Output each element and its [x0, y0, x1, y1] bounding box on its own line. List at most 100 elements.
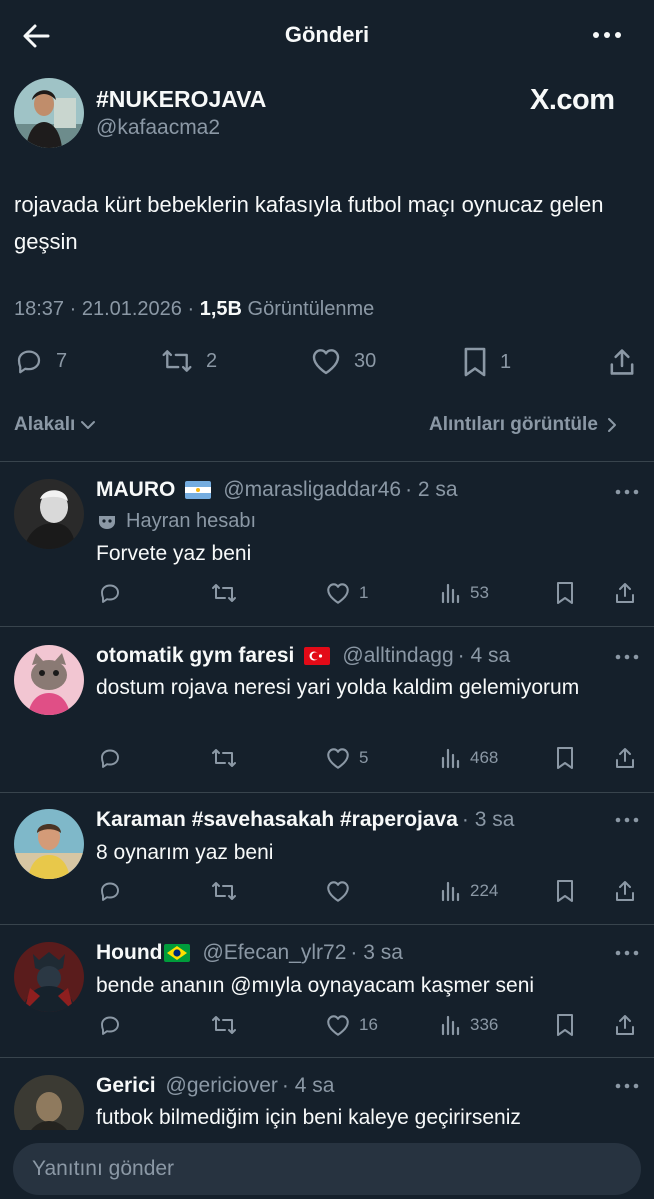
reply-retweet-button[interactable]: [210, 879, 238, 903]
reply-reply-button[interactable]: [98, 1013, 122, 1037]
brazil-flag-icon: [164, 944, 191, 962]
reply-time[interactable]: · 2 sa: [405, 478, 458, 502]
arrow-left-icon: [23, 24, 50, 48]
reply-more-button[interactable]: [610, 646, 644, 668]
reply-avatar[interactable]: [14, 809, 84, 879]
reply-retweet-button[interactable]: [210, 1013, 238, 1037]
reply-author-name[interactable]: otomatik gym faresi: [96, 644, 294, 668]
divider: [0, 1057, 654, 1058]
reply-time[interactable]: · 4 sa: [458, 644, 511, 668]
reply-share-button[interactable]: [614, 878, 636, 904]
reply-author-handle[interactable]: @alltindagg: [342, 644, 453, 668]
reply-bookmark-button[interactable]: [555, 1013, 575, 1037]
author-name[interactable]: #NUKEROJAVA: [96, 86, 266, 113]
bookmark-icon: [557, 1014, 573, 1036]
page-title: Gönderi: [284, 22, 370, 47]
reply-views-button[interactable]: 53: [440, 581, 489, 605]
analytics-icon: [441, 748, 460, 769]
reply-author-name[interactable]: Karaman #savehasakah #raperojava: [96, 808, 458, 832]
reply-avatar[interactable]: [14, 479, 84, 549]
reply-avatar[interactable]: [14, 645, 84, 715]
reply-text: futbok bilmediğim için beni kaleye geçir…: [96, 1106, 521, 1129]
argentina-flag-icon: [185, 481, 212, 499]
retweet-button[interactable]: 2: [160, 346, 217, 376]
reply-like-button[interactable]: 5: [325, 746, 368, 770]
analytics-icon: [441, 583, 460, 604]
reply-text: bende ananın @mıyla oynayacam kaşmer sen…: [96, 974, 535, 997]
reply-view-count: 468: [470, 748, 499, 767]
reply-more-button[interactable]: [610, 942, 644, 964]
share-icon: [610, 349, 634, 375]
heart-icon: [327, 1015, 349, 1036]
fan-account-badge: Hayran hesabı: [96, 510, 256, 533]
reply-more-button[interactable]: [610, 809, 644, 831]
tweet-meta: 18:37 · 21.01.2026 · 1,5B Görüntülenme: [14, 298, 374, 321]
reply-more-button[interactable]: [610, 481, 644, 503]
tweet-timestamp[interactable]: 18:37 · 21.01.2026 ·: [14, 298, 200, 320]
reply-header: Karaman #savehasakah #raperojava · 3 sa: [96, 808, 514, 832]
reply-views-button[interactable]: 224: [440, 879, 498, 903]
reply-share-button[interactable]: [614, 580, 636, 606]
reply-view-count: 224: [470, 881, 499, 900]
sort-dropdown[interactable]: Alakalı: [14, 414, 99, 436]
divider: [0, 626, 654, 627]
heart-icon: [327, 748, 349, 769]
reply-author-name[interactable]: Gerici: [96, 1074, 156, 1098]
reply-share-button[interactable]: [614, 745, 636, 771]
bookmark-icon: [557, 582, 573, 604]
reply-share-button[interactable]: [614, 1012, 636, 1038]
reply-view-count: 336: [470, 1015, 499, 1034]
reply-icon: [101, 749, 119, 768]
reply-retweet-button[interactable]: [210, 746, 238, 770]
heart-icon: [327, 583, 349, 604]
reply-bookmark-button[interactable]: [555, 746, 575, 770]
like-button[interactable]: 30: [310, 346, 376, 376]
reply-text: Forvete yaz beni: [96, 542, 252, 565]
reply-icon: [101, 882, 119, 901]
reply-time[interactable]: · 3 sa: [350, 941, 403, 965]
reply-header: otomatik gym faresi @alltindagg · 4 sa: [96, 644, 510, 668]
reply-text: dostum rojava neresi yari yolda kaldim g…: [96, 676, 580, 699]
reply-more-button[interactable]: [610, 1075, 644, 1097]
retweet-icon: [162, 350, 192, 372]
bookmark-button[interactable]: 1: [462, 346, 511, 378]
view-quotes-link[interactable]: Alıntıları görüntüle: [429, 414, 622, 436]
retweet-count: 2: [206, 349, 218, 372]
share-icon: [616, 881, 634, 901]
heart-icon: [312, 349, 340, 375]
share-button[interactable]: [608, 346, 636, 378]
back-button[interactable]: [18, 18, 54, 54]
reply-view-count: 53: [470, 583, 489, 602]
reply-author-handle[interactable]: @marasligaddar46: [223, 478, 401, 502]
reply-like-button[interactable]: [325, 879, 351, 903]
reply-reply-button[interactable]: [98, 581, 122, 605]
reply-author-handle[interactable]: @gericiover: [166, 1074, 278, 1098]
reply-views-button[interactable]: 336: [440, 1013, 498, 1037]
reply-author-name[interactable]: MAURO: [96, 478, 175, 502]
bookmark-count: 1: [500, 350, 512, 373]
author-avatar[interactable]: [14, 78, 84, 148]
sort-label: Alakalı: [14, 414, 76, 435]
analytics-icon: [441, 881, 460, 902]
more-dots-icon: [615, 489, 639, 495]
reply-header: MAURO @marasligaddar46 · 2 sa: [96, 478, 458, 502]
more-options-button[interactable]: [588, 18, 628, 54]
reply-author-name[interactable]: Hound: [96, 941, 162, 965]
reply-retweet-button[interactable]: [210, 581, 238, 605]
reply-time[interactable]: · 4 sa: [282, 1074, 335, 1098]
like-count: 30: [354, 349, 377, 372]
reply-bookmark-button[interactable]: [555, 879, 575, 903]
reply-views-button[interactable]: 468: [440, 746, 498, 770]
analytics-icon: [441, 1015, 460, 1036]
reply-author-handle[interactable]: @Efecan_ylr72: [202, 941, 346, 965]
reply-icon: [101, 584, 119, 603]
reply-bookmark-button[interactable]: [555, 581, 575, 605]
reply-time[interactable]: · 3 sa: [462, 808, 515, 832]
reply-avatar[interactable]: [14, 942, 84, 1012]
author-handle[interactable]: @kafaacma2: [96, 116, 220, 140]
reply-like-button[interactable]: 16: [325, 1013, 378, 1037]
reply-reply-button[interactable]: [98, 746, 122, 770]
reply-button[interactable]: 7: [14, 346, 67, 376]
reply-reply-button[interactable]: [98, 879, 122, 903]
reply-like-button[interactable]: 1: [325, 581, 368, 605]
